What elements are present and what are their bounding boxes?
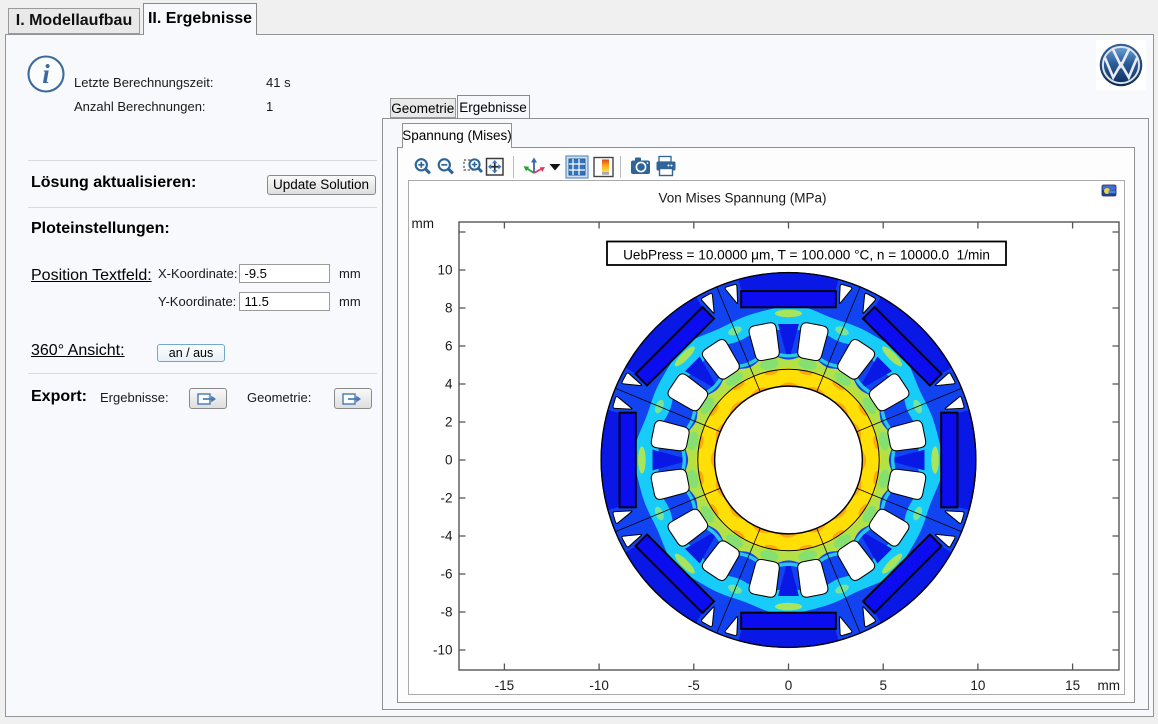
svg-text:10: 10 [970, 678, 985, 693]
svg-text:i: i [42, 59, 50, 89]
svg-text:mm: mm [1097, 678, 1120, 693]
svg-text:-10: -10 [589, 678, 609, 693]
svg-text:5: 5 [879, 678, 887, 693]
svg-text:-6: -6 [440, 567, 452, 582]
svg-text:mm: mm [411, 216, 434, 231]
svg-text:8: 8 [444, 301, 452, 316]
svg-text:-5: -5 [687, 678, 699, 693]
svg-text:0: 0 [444, 453, 452, 468]
svg-text:2: 2 [444, 415, 452, 430]
svg-text:-10: -10 [432, 643, 452, 658]
svg-text:10: 10 [437, 263, 452, 278]
svg-text:15: 15 [1065, 678, 1080, 693]
svg-text:UebPress = 10.0000 μm, T = 100: UebPress = 10.0000 μm, T = 100.000 °C, n… [623, 248, 990, 263]
svg-text:6: 6 [444, 339, 452, 354]
svg-text:-15: -15 [494, 678, 514, 693]
svg-text:-8: -8 [440, 605, 452, 620]
svg-text:4: 4 [444, 377, 452, 392]
svg-text:0: 0 [784, 678, 792, 693]
svg-text:-4: -4 [440, 529, 452, 544]
svg-text:-2: -2 [440, 491, 452, 506]
svg-text:Von Mises Spannung (MPa): Von Mises Spannung (MPa) [658, 191, 826, 206]
